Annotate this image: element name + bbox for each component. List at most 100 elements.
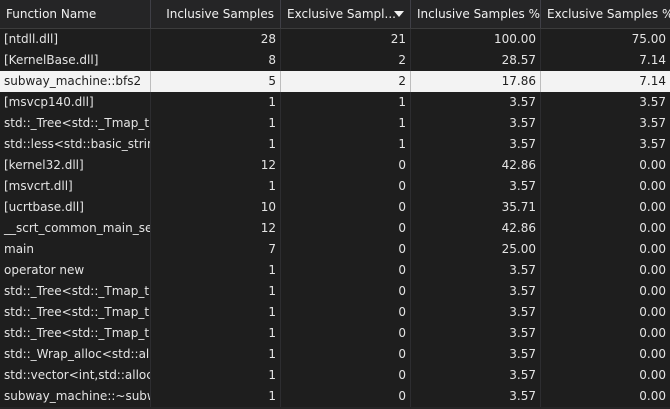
- table-row[interactable]: [msvcp140.dll] 1 1 3.57 3.57: [0, 92, 670, 113]
- exclusive-samples-cell: 0: [281, 302, 411, 323]
- table-body: [ntdll.dll] 28 21 100.00 75.00 [KernelBase.dl…: [0, 29, 670, 407]
- inclusive-samples-cell: 12: [151, 218, 281, 239]
- function-name-cell: subway_machine::bfs2: [0, 71, 151, 92]
- table-row[interactable]: std::_Tree<std::_Tmap_tra 1 0 3.57 0.00: [0, 302, 670, 323]
- column-header-exclusive-samples[interactable]: Exclusive Sampl...: [281, 0, 411, 28]
- function-name-cell: [msvcrt.dll]: [0, 176, 151, 197]
- column-header-inclusive-samples[interactable]: Inclusive Samples: [151, 0, 281, 28]
- inclusive-samples-cell: 10: [151, 197, 281, 218]
- exclusive-samples-cell: 0: [281, 197, 411, 218]
- table-row[interactable]: [msvcrt.dll] 1 0 3.57 0.00: [0, 176, 670, 197]
- table-row[interactable]: std::_Tree<std::_Tmap_tra 1 1 3.57 3.57: [0, 113, 670, 134]
- exclusive-samples-cell: 21: [281, 29, 411, 50]
- table-row[interactable]: std::less<std::basic_string 1 1 3.57 3.57: [0, 134, 670, 155]
- table-row[interactable]: main 7 0 25.00 0.00: [0, 239, 670, 260]
- exclusive-samples-pct-cell: 3.57: [639, 95, 666, 109]
- inclusive-samples-cell: 8: [151, 50, 281, 71]
- inclusive-samples-pct-cell: 3.57: [411, 323, 541, 344]
- function-name-cell: __scrt_common_main_seh: [0, 218, 151, 239]
- inclusive-samples-pct-cell: 17.86: [411, 71, 541, 92]
- inclusive-samples-cell: 1: [151, 323, 281, 344]
- inclusive-samples-pct-cell: 3.57: [411, 386, 541, 407]
- table-row[interactable]: std::_Tree<std::_Tmap_tra 1 0 3.57 0.00: [0, 323, 670, 344]
- inclusive-samples-pct-cell: 42.86: [411, 155, 541, 176]
- exclusive-samples-cell: 2: [281, 50, 411, 71]
- inclusive-samples-cell: 1: [151, 365, 281, 386]
- exclusive-samples-cell: 2: [281, 71, 411, 92]
- exclusive-samples-cell: 0: [281, 218, 411, 239]
- function-name-cell: subway_machine::~subwa: [0, 386, 151, 407]
- inclusive-samples-cell: 5: [151, 71, 281, 92]
- inclusive-samples-pct-cell: 35.71: [411, 197, 541, 218]
- exclusive-samples-pct-cell: 7.14: [639, 53, 666, 67]
- inclusive-samples-pct-cell: 3.57: [411, 113, 541, 134]
- exclusive-samples-cell: 0: [281, 386, 411, 407]
- table-row[interactable]: [ntdll.dll] 28 21 100.00 75.00: [0, 29, 670, 50]
- exclusive-samples-pct-cell: 0.00: [639, 305, 666, 319]
- table-row[interactable]: std::_Wrap_alloc<std::allo 1 0 3.57 0.00: [0, 344, 670, 365]
- function-name-cell: [kernel32.dll]: [0, 155, 151, 176]
- inclusive-samples-pct-cell: 3.57: [411, 134, 541, 155]
- inclusive-samples-pct-cell: 42.86: [411, 218, 541, 239]
- inclusive-samples-pct-cell: 25.00: [411, 239, 541, 260]
- table-row[interactable]: operator new 1 0 3.57 0.00: [0, 260, 670, 281]
- function-name-cell: std::vector<int,std::allocat: [0, 365, 151, 386]
- table-row[interactable]: __scrt_common_main_seh 12 0 42.86 0.00: [0, 218, 670, 239]
- inclusive-samples-pct-cell: 3.57: [411, 281, 541, 302]
- inclusive-samples-cell: 1: [151, 386, 281, 407]
- exclusive-samples-pct-cell: 3.57: [639, 137, 666, 151]
- column-header-inclusive-samples-pct[interactable]: Inclusive Samples %: [411, 0, 541, 28]
- inclusive-samples-pct-cell: 3.57: [411, 260, 541, 281]
- inclusive-samples-cell: 1: [151, 134, 281, 155]
- column-header-function-name[interactable]: Function Name: [0, 0, 151, 28]
- exclusive-samples-pct-cell: 0.00: [639, 326, 666, 340]
- exclusive-samples-pct-cell: 7.14: [639, 74, 666, 88]
- inclusive-samples-pct-cell: 3.57: [411, 302, 541, 323]
- column-header-exclusive-samples-pct[interactable]: Exclusive Samples %: [541, 0, 670, 28]
- exclusive-samples-cell: 0: [281, 176, 411, 197]
- exclusive-samples-pct-cell: 0.00: [639, 368, 666, 382]
- inclusive-samples-cell: 1: [151, 281, 281, 302]
- function-samples-grid: Function Name Inclusive Samples Exclusiv…: [0, 0, 670, 409]
- exclusive-samples-cell: 0: [281, 365, 411, 386]
- table-row[interactable]: subway_machine::bfs2 5 2 17.86 7.14: [0, 71, 670, 92]
- function-name-cell: std::less<std::basic_string: [0, 134, 151, 155]
- table-row[interactable]: [KernelBase.dll] 8 2 28.57 7.14: [0, 50, 670, 71]
- exclusive-samples-pct-cell: 0.00: [639, 284, 666, 298]
- exclusive-samples-cell: 0: [281, 344, 411, 365]
- exclusive-samples-cell: 1: [281, 134, 411, 155]
- inclusive-samples-pct-cell: 3.57: [411, 176, 541, 197]
- exclusive-samples-cell: 0: [281, 281, 411, 302]
- inclusive-samples-pct-cell: 3.57: [411, 365, 541, 386]
- function-name-cell: std::_Tree<std::_Tmap_tra: [0, 113, 151, 134]
- inclusive-samples-pct-cell: 100.00: [411, 29, 541, 50]
- exclusive-samples-pct-cell: 0.00: [639, 389, 666, 403]
- exclusive-samples-pct-cell: 0.00: [639, 158, 666, 172]
- function-name-cell: std::_Tree<std::_Tmap_tra: [0, 281, 151, 302]
- exclusive-samples-cell: 0: [281, 323, 411, 344]
- inclusive-samples-cell: 1: [151, 113, 281, 134]
- column-header-row: Function Name Inclusive Samples Exclusiv…: [0, 0, 670, 29]
- inclusive-samples-cell: 1: [151, 302, 281, 323]
- table-row[interactable]: [ucrtbase.dll] 10 0 35.71 0.00: [0, 197, 670, 218]
- table-row[interactable]: subway_machine::~subwa 1 0 3.57 0.00: [0, 386, 670, 407]
- inclusive-samples-cell: 1: [151, 92, 281, 113]
- inclusive-samples-pct-cell: 3.57: [411, 92, 541, 113]
- exclusive-samples-cell: 0: [281, 260, 411, 281]
- function-name-cell: std::_Wrap_alloc<std::allo: [0, 344, 151, 365]
- inclusive-samples-cell: 1: [151, 176, 281, 197]
- exclusive-samples-cell: 0: [281, 155, 411, 176]
- function-name-cell: [KernelBase.dll]: [0, 50, 151, 71]
- exclusive-samples-cell: 1: [281, 113, 411, 134]
- function-name-cell: [ucrtbase.dll]: [0, 197, 151, 218]
- inclusive-samples-pct-cell: 3.57: [411, 344, 541, 365]
- inclusive-samples-cell: 28: [151, 29, 281, 50]
- inclusive-samples-cell: 7: [151, 239, 281, 260]
- exclusive-samples-cell: 1: [281, 92, 411, 113]
- table-row[interactable]: std::vector<int,std::allocat 1 0 3.57 0.00: [0, 365, 670, 386]
- table-row[interactable]: [kernel32.dll] 12 0 42.86 0.00: [0, 155, 670, 176]
- function-name-cell: [ntdll.dll]: [0, 29, 151, 50]
- function-name-cell: std::_Tree<std::_Tmap_tra: [0, 302, 151, 323]
- table-row[interactable]: std::_Tree<std::_Tmap_tra 1 0 3.57 0.00: [0, 281, 670, 302]
- inclusive-samples-cell: 1: [151, 344, 281, 365]
